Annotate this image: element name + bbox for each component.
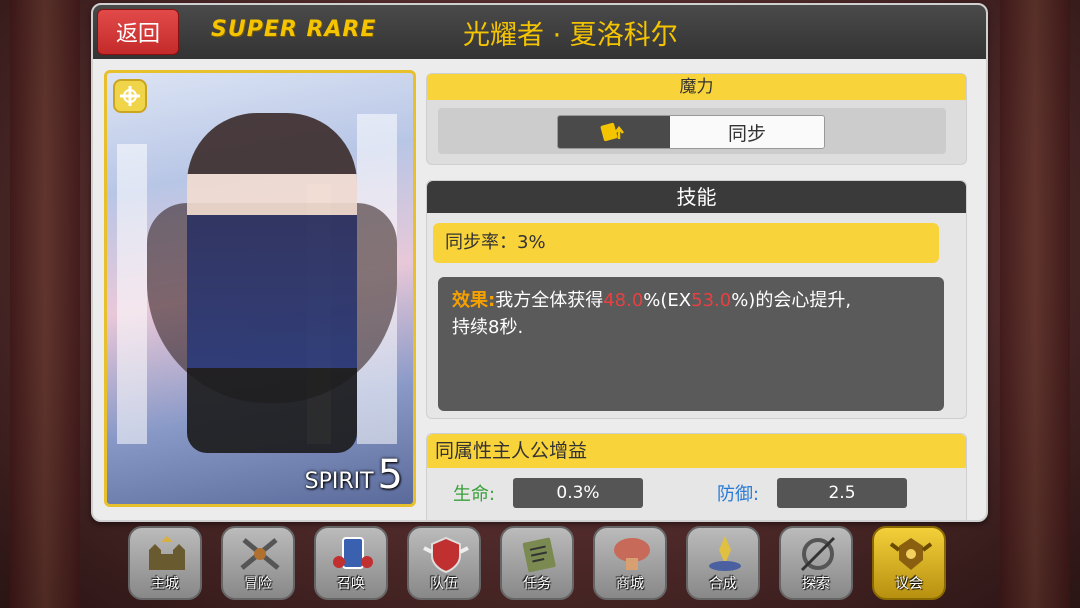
- castle-icon: [149, 536, 185, 570]
- spirit-label: SPIRIT: [304, 469, 374, 494]
- summon-cards-icon: [333, 537, 373, 569]
- effect-value-ex: 53.0: [691, 290, 732, 311]
- mana-toggle-container: 同步: [438, 108, 946, 154]
- background-pillar-left: [10, 0, 80, 608]
- def-label: 防御:: [717, 484, 760, 505]
- compass-explore-icon: [800, 536, 836, 572]
- nav-item-explore[interactable]: 探索: [779, 526, 853, 600]
- sync-rate-label: 同步率：: [445, 232, 517, 253]
- nav-item-synthesis[interactable]: 合成: [686, 526, 760, 600]
- character-detail-panel: 返回 SUPER RARE 光耀者 · 夏洛科尔 SPIRIT 5 魔力 同步 …: [91, 3, 988, 522]
- nav-item-council[interactable]: 议会: [872, 526, 946, 600]
- panel-header: 返回 SUPER RARE 光耀者 · 夏洛科尔: [93, 5, 986, 59]
- character-portrait: [187, 113, 357, 453]
- cross-emblem-icon: [113, 79, 147, 113]
- character-card[interactable]: SPIRIT 5: [104, 70, 416, 507]
- rarity-label: SUPER RARE: [211, 17, 377, 42]
- bottom-navigation: 主城 冒险 召唤 队伍 任务 商城 合成 探索 议会: [128, 526, 958, 606]
- sync-toggle-label[interactable]: 同步: [670, 116, 824, 148]
- skill-title: 技能: [427, 181, 966, 213]
- nav-item-shop[interactable]: 商城: [593, 526, 667, 600]
- spirit-value: 5: [377, 452, 403, 498]
- hp-label: 生命:: [453, 484, 496, 505]
- nav-item-adventure[interactable]: 冒险: [221, 526, 295, 600]
- back-button[interactable]: 返回: [97, 9, 179, 55]
- skill-effect-description: 效果:我方全体获得48.0%(EX53.0%)的会心提升, 持续8秒.: [438, 277, 944, 411]
- spirit-rating: SPIRIT 5: [305, 452, 403, 498]
- sync-rate-row: 同步率：3%: [433, 223, 939, 263]
- def-bonus: 防御: 2.5: [717, 478, 907, 508]
- nav-label: 召唤: [337, 576, 365, 592]
- nav-label: 商城: [616, 576, 644, 592]
- effect-text: %)的会心提升,: [731, 290, 852, 311]
- effect-text: %(EX: [643, 290, 692, 311]
- nav-label: 合成: [709, 576, 737, 592]
- crossed-swords-icon: [240, 538, 280, 570]
- nav-label: 冒险: [244, 576, 272, 592]
- card-art-tower: [117, 144, 147, 444]
- hp-value: 0.3%: [513, 478, 643, 508]
- nav-label: 任务: [523, 576, 551, 592]
- def-value: 2.5: [777, 478, 907, 508]
- quest-scroll-icon: [522, 537, 556, 573]
- character-name: 光耀者 · 夏洛科尔: [463, 20, 678, 51]
- mana-toggle[interactable]: 同步: [557, 115, 825, 149]
- effect-text: 我方全体获得: [495, 290, 604, 311]
- magic-up-icon[interactable]: [558, 116, 670, 148]
- nav-item-quest[interactable]: 任务: [500, 526, 574, 600]
- nav-label: 主城: [151, 576, 179, 592]
- effect-label: 效果:: [452, 290, 496, 311]
- hp-bonus: 生命: 0.3%: [453, 478, 643, 508]
- nav-label: 队伍: [430, 576, 458, 592]
- crystal-synth-icon: [709, 536, 741, 571]
- mana-section: 魔力 同步: [426, 73, 967, 165]
- sync-rate-value: 3%: [517, 232, 546, 253]
- nav-item-summon[interactable]: 召唤: [314, 526, 388, 600]
- nav-label: 议会: [895, 576, 923, 592]
- effect-text: 持续8秒.: [452, 317, 524, 338]
- nav-item-team[interactable]: 队伍: [407, 526, 481, 600]
- attribute-bonus-section: 同属性主人公增益 生命: 0.3% 防御: 2.5: [426, 433, 967, 520]
- nav-label: 探索: [802, 576, 830, 592]
- team-shield-icon: [423, 536, 469, 574]
- bonus-title: 同属性主人公增益: [427, 434, 966, 468]
- nav-item-main-city[interactable]: 主城: [128, 526, 202, 600]
- background-pillar-right: [1000, 0, 1070, 608]
- effect-value: 48.0: [603, 290, 644, 311]
- shop-mushroom-icon: [614, 538, 650, 570]
- skill-section: 技能 同步率：3% 效果:我方全体获得48.0%(EX53.0%)的会心提升, …: [426, 180, 967, 419]
- council-crest-icon: [889, 538, 933, 570]
- mana-title: 魔力: [427, 74, 966, 100]
